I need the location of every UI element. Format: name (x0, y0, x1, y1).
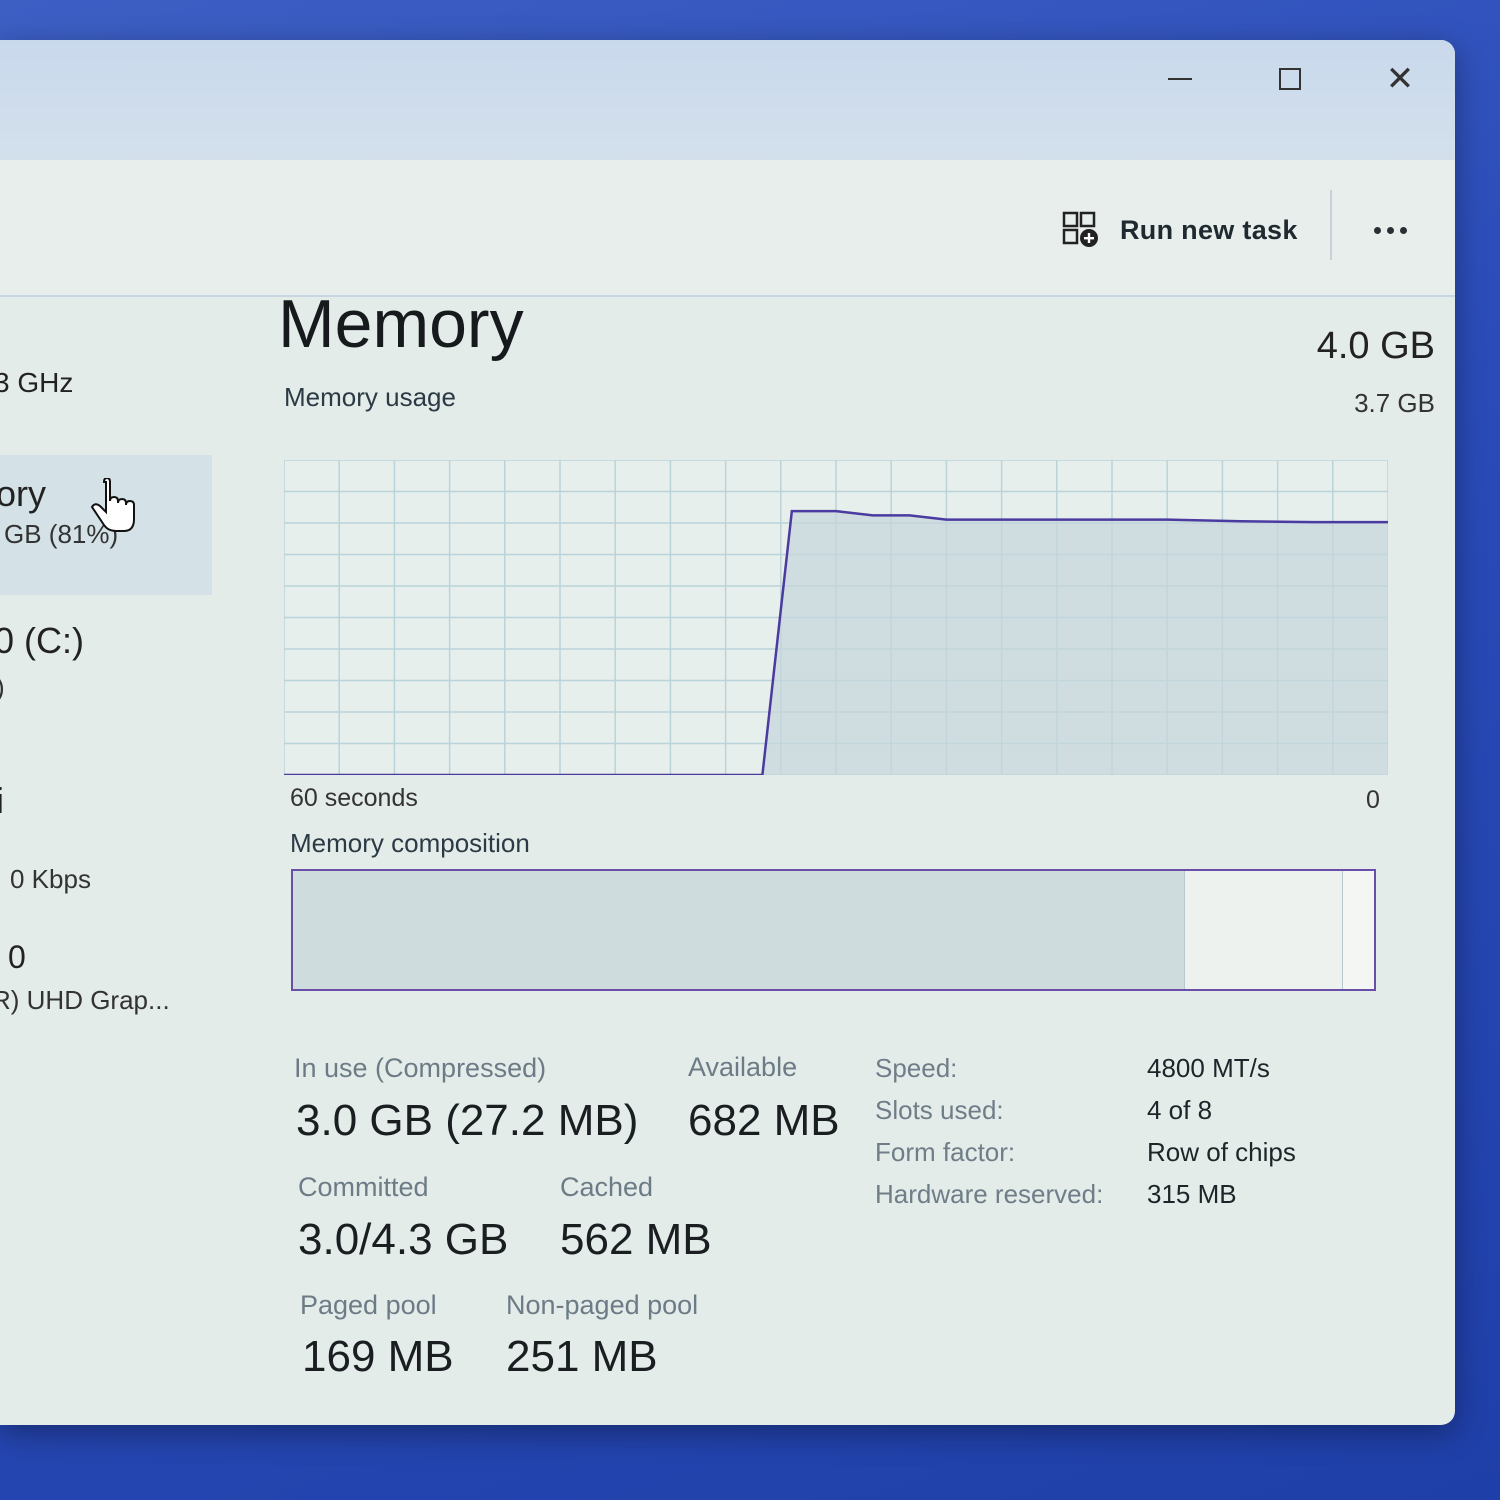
memory-composition-bar[interactable] (291, 869, 1376, 991)
spec-slots-value: 4 of 8 (1147, 1095, 1213, 1125)
page-title: Memory (278, 286, 524, 362)
sidebar-item-memory-label: ory (0, 473, 47, 514)
maximize-button[interactable] (1260, 54, 1320, 104)
sidebar-item-cpu[interactable]: 3 GHz (0, 347, 212, 427)
chart-axis-right-label: 0 (1366, 786, 1380, 814)
composition-standby-segment[interactable] (1184, 871, 1343, 989)
run-new-task-label: Run new task (1120, 214, 1298, 245)
available-label: Available (688, 1052, 798, 1082)
non-paged-pool-value: 251 MB (506, 1332, 658, 1381)
sidebar-item-wifi[interactable]: i 0 Kbps (0, 772, 212, 902)
spec-slots-label: Slots used: (875, 1095, 1004, 1125)
more-icon (1373, 226, 1381, 234)
maximize-icon (1279, 68, 1301, 90)
memory-usage-chart (284, 460, 1388, 775)
run-task-icon (1062, 211, 1098, 247)
sidebar-item-gpu-label: 0 (8, 939, 26, 975)
spec-hardware-reserved-value: 315 MB (1147, 1179, 1237, 1209)
sidebar-item-wifi-label: i (0, 780, 4, 822)
sidebar-item-disk[interactable]: 0 (C:) ) (0, 612, 212, 722)
hand-cursor-icon (90, 478, 135, 532)
minimize-icon (1168, 78, 1192, 80)
committed-label: Committed (298, 1172, 429, 1202)
cached-value: 562 MB (560, 1215, 712, 1264)
run-new-task-button[interactable]: Run new task (1062, 205, 1298, 255)
sidebar-item-disk-label: 0 (C:) (0, 620, 84, 661)
close-icon: ✕ (1385, 59, 1415, 99)
sidebar-item-gpu[interactable]: 0 R) UHD Grap... (0, 937, 212, 1027)
in-use-label: In use (Compressed) (294, 1053, 547, 1083)
non-paged-pool-label: Non-paged pool (506, 1290, 699, 1320)
composition-free-segment[interactable] (1342, 871, 1374, 989)
memory-usage-label: Memory usage (284, 382, 456, 412)
available-value: 682 MB (688, 1096, 840, 1145)
sidebar-item-disk-usage: ) (0, 672, 5, 703)
spec-speed-label: Speed: (875, 1053, 958, 1083)
sidebar-item-gpu-name: R) UHD Grap... (0, 985, 170, 1015)
more-icon-dot (1399, 226, 1407, 234)
spec-form-factor-value: Row of chips (1147, 1137, 1296, 1167)
total-memory: 4.0 GB (1316, 325, 1435, 367)
spec-speed-value: 4800 MT/s (1147, 1053, 1270, 1083)
minimize-button[interactable] (1150, 54, 1210, 104)
close-button[interactable]: ✕ (1370, 54, 1430, 104)
in-use-value: 3.0 GB (27.2 MB) (296, 1096, 639, 1145)
sidebar-item-cpu-speed: 3 GHz (0, 367, 74, 398)
toolbar-divider (1330, 190, 1332, 260)
memory-usage-max: 3.7 GB (1354, 388, 1435, 418)
more-icon-dot (1386, 226, 1394, 234)
committed-value: 3.0/4.3 GB (298, 1215, 509, 1264)
spec-form-factor-label: Form factor: (875, 1137, 1016, 1167)
chart-axis-left-label: 60 seconds (290, 784, 418, 812)
more-options-button[interactable] (1360, 205, 1420, 255)
composition-in-use-segment[interactable] (293, 871, 1185, 989)
cached-label: Cached (560, 1172, 654, 1202)
spec-hardware-reserved-label: Hardware reserved: (875, 1179, 1104, 1209)
memory-composition-label: Memory composition (290, 828, 530, 858)
paged-pool-value: 169 MB (302, 1332, 454, 1381)
paged-pool-label: Paged pool (300, 1290, 437, 1320)
title-bar (0, 40, 1455, 160)
performance-sidebar: 3 GHz ory GB (81%) 0 (C:) ) i 0 Kbps 0 R… (0, 257, 212, 1385)
sidebar-item-wifi-throughput: 0 Kbps (10, 864, 91, 894)
